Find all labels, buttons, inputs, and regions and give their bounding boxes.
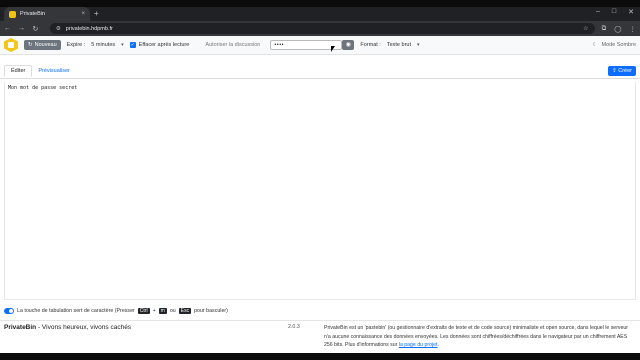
burn-after-reading-checkbox[interactable]: ✓ Effacer après lecture (129, 42, 190, 48)
brand-name: PrivateBin (4, 324, 37, 331)
tab-key-text-after: pour basculer) (194, 308, 228, 314)
about-text: PrivateBin est un 'pastebin' (ou gestion… (324, 324, 636, 350)
back-icon[interactable]: ← (4, 25, 11, 32)
reload-icon[interactable]: ↻ (32, 25, 39, 33)
checkbox-checked-icon[interactable]: ✓ (129, 42, 136, 48)
tab-key-text-before: La touche de tabulation sert de caractèr… (17, 308, 135, 314)
format-select[interactable]: Format : Texte brut ▾ (360, 42, 419, 48)
format-label: Format : (360, 42, 381, 48)
chevron-down-icon: ▾ (121, 42, 124, 48)
screen-frame: PrivateBin × + – □ ✕ ← → ↻ ⚙ privatebin.… (0, 0, 640, 360)
key-m: m (158, 308, 167, 314)
profile-icon[interactable]: ◯ (614, 25, 621, 33)
window-controls: – □ ✕ (596, 8, 634, 16)
bottom-letterbox (0, 353, 640, 360)
browser-right-buttons: ⧉ ◯ ⋮ (602, 25, 636, 33)
project-page-link[interactable]: la page du projet (399, 342, 438, 348)
create-button-label: Créer (618, 68, 632, 74)
brand-tagline: - Vivons heureux, vivons cachés (36, 324, 132, 331)
about-description: PrivateBin est un 'pastebin' (ou gestion… (324, 325, 629, 349)
site-info-icon[interactable]: ⚙ (56, 26, 61, 32)
close-window-icon[interactable]: ✕ (628, 8, 634, 16)
version-number: 2.0.3 (288, 324, 300, 330)
dark-mode-toggle[interactable]: ☾ Mode Sombre (593, 42, 636, 48)
new-button-label: Nouveau (34, 42, 57, 48)
key-plus: + (152, 308, 156, 314)
paste-textarea[interactable]: Mon mot de passe secret (4, 82, 636, 300)
tab-key-toggle[interactable] (4, 308, 14, 314)
dark-mode-label: Mode Sombre (601, 42, 636, 48)
mouse-cursor-icon (331, 46, 335, 52)
bookmark-star-icon[interactable]: ☆ (583, 25, 588, 32)
show-password-button[interactable]: ◉ (342, 40, 355, 50)
footer: PrivateBin - Vivons heureux, vivons cach… (0, 320, 640, 353)
url-text[interactable]: privatebin.hdpmb.fr (66, 26, 578, 32)
tab-edit[interactable]: Éditer (4, 65, 33, 77)
extensions-icon[interactable]: ⧉ (602, 25, 607, 33)
minimize-icon[interactable]: – (596, 8, 600, 16)
editor-tabs: Éditer Prévisualiser ⇪ Créer (0, 63, 640, 79)
footer-brand: PrivateBin - Vivons heureux, vivons cach… (4, 324, 131, 331)
burn-label: Effacer après lecture (138, 42, 190, 48)
browser-tab[interactable]: PrivateBin × (4, 7, 90, 21)
expire-select[interactable]: Expire : 5 minutes ▾ (67, 42, 124, 48)
browser-toolbar: ← → ↻ ⚙ privatebin.hdpmb.fr ☆ ⧉ ◯ ⋮ (0, 21, 640, 36)
tab-preview[interactable]: Prévisualiser (32, 66, 75, 76)
new-tab-button[interactable]: + (94, 9, 99, 18)
cloud-upload-icon: ⇪ (612, 68, 617, 74)
privatebin-logo[interactable] (4, 38, 18, 52)
discussion-label[interactable]: Autoriser la discussion (205, 42, 260, 48)
tab-key-switch: La touche de tabulation sert de caractèr… (4, 308, 228, 314)
chevron-down-icon: ▾ (417, 42, 420, 48)
expire-label: Expire : (66, 42, 86, 48)
forward-icon[interactable]: → (18, 25, 25, 32)
top-navbar: ↻ Nouveau Expire : 5 minutes ▾ ✓ Effacer… (0, 36, 640, 55)
new-paste-button[interactable]: ↻ Nouveau (24, 40, 61, 50)
menu-icon[interactable]: ⋮ (630, 25, 637, 33)
maximize-icon[interactable]: □ (612, 8, 616, 16)
about-end: . (437, 342, 439, 349)
refresh-icon: ↻ (28, 42, 33, 48)
create-button[interactable]: ⇪ Créer (608, 66, 636, 76)
close-tab-icon[interactable]: × (81, 11, 85, 17)
privatebin-favicon-icon (9, 10, 16, 18)
eye-icon: ◉ (345, 42, 351, 48)
page-content: ↻ Nouveau Expire : 5 minutes ▾ ✓ Effacer… (0, 36, 640, 353)
key-or: ou (169, 308, 176, 314)
moon-icon: ☾ (592, 42, 598, 48)
key-esc: Esc (178, 308, 192, 314)
address-bar[interactable]: ⚙ privatebin.hdpmb.fr ☆ (49, 23, 595, 34)
expire-value[interactable]: 5 minutes (88, 42, 118, 48)
key-ctrl: Ctrl (137, 308, 150, 314)
browser-tab-strip: PrivateBin × + – □ ✕ (0, 7, 640, 21)
browser-tab-title: PrivateBin (20, 11, 46, 17)
format-value[interactable]: Texte brut (384, 42, 414, 48)
